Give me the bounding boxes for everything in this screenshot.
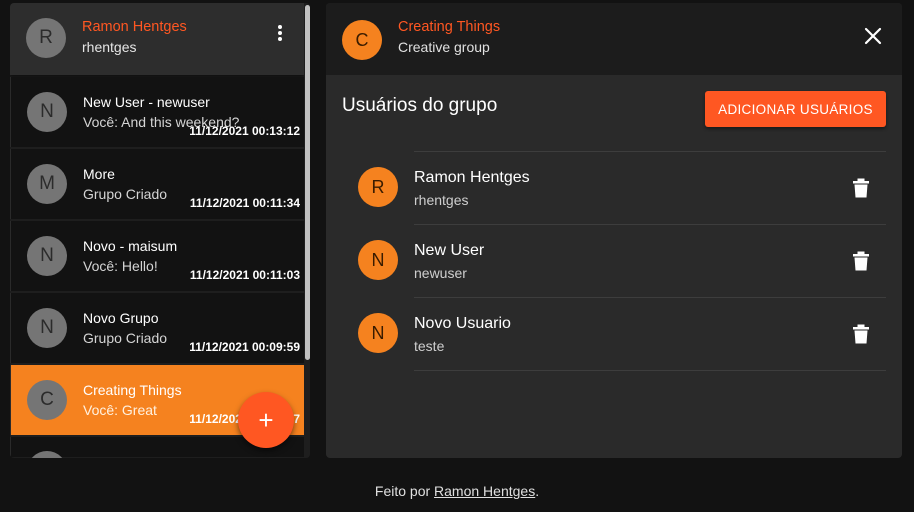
chat-item[interactable]: N New User - newuser Você: And this week…	[10, 77, 304, 147]
kebab-menu-icon[interactable]	[272, 23, 288, 47]
group-details-panel: C Creating Things Creative group Usuário…	[326, 3, 902, 458]
add-users-button[interactable]: ADICIONAR USUÁRIOS	[705, 91, 886, 127]
chat-avatar: M	[27, 164, 67, 204]
chat-title: Creating Things	[83, 382, 182, 398]
chat-item[interactable]: N Novo Grupo Grupo Criado 11/12/2021 00:…	[10, 293, 304, 363]
member-username: teste	[414, 338, 445, 354]
chat-avatar	[27, 451, 67, 458]
members-section-title: Usuários do grupo	[342, 95, 498, 116]
chat-timestamp: 11/12/2021 00:11:34	[189, 196, 300, 210]
user-name: Ramon Hentges	[82, 19, 187, 35]
member-username: newuser	[414, 265, 467, 281]
chat-title: More	[83, 166, 115, 182]
chat-avatar: C	[27, 380, 67, 420]
chat-timestamp: 11/12/2021 00:09:59	[189, 340, 300, 354]
chat-item[interactable]: M More Grupo Criado 11/12/2021 00:11:34	[10, 149, 304, 219]
scrollbar-thumb[interactable]	[305, 5, 310, 360]
member-name: Novo Usuario	[414, 315, 511, 332]
member-row: R Ramon Hentges rhentges	[358, 151, 886, 224]
close-icon[interactable]	[862, 25, 884, 47]
user-profile-header: R Ramon Hentges rhentges	[10, 3, 304, 75]
member-name: New User	[414, 242, 485, 259]
group-name: Creating Things	[398, 19, 501, 35]
chat-avatar: N	[27, 92, 67, 132]
member-row: N New User newuser	[358, 224, 886, 297]
page-footer: Feito por Ramon Hentges.	[0, 483, 914, 499]
group-description: Creative group	[398, 39, 490, 55]
group-avatar: C	[342, 20, 382, 60]
footer-prefix: Feito por	[374, 483, 435, 499]
group-header: C Creating Things Creative group	[326, 3, 902, 75]
user-username: rhentges	[82, 39, 137, 55]
member-avatar: R	[358, 167, 398, 207]
chat-item[interactable]: N Novo - maisum Você: Hello! 11/12/2021 …	[10, 221, 304, 291]
chat-timestamp: 11/12/2021 00:11:03	[189, 268, 300, 282]
trash-icon[interactable]	[852, 251, 870, 271]
member-row: N Novo Usuario teste	[358, 297, 886, 371]
chat-timestamp: 11/12/2021 00:13:12	[189, 124, 300, 138]
chat-title: New User - newuser	[83, 94, 210, 110]
trash-icon[interactable]	[852, 178, 870, 198]
footer-suffix: .	[535, 483, 540, 499]
chat-last-message: Você: Hello!	[83, 258, 158, 274]
chat-title: Novo Grupo	[83, 310, 159, 326]
author-link[interactable]: Ramon Hentges	[434, 483, 535, 499]
member-username: rhentges	[414, 192, 469, 208]
plus-icon: +	[258, 404, 274, 435]
user-avatar: R	[26, 18, 66, 58]
trash-icon[interactable]	[852, 324, 870, 344]
member-name: Ramon Hentges	[414, 169, 530, 186]
chat-last-message: Você: Great	[83, 402, 157, 418]
member-list: R Ramon Hentges rhentges N New User newu…	[358, 151, 886, 371]
chat-avatar: N	[27, 308, 67, 348]
chat-title: Novo - maisum	[83, 238, 178, 254]
chat-last-message: Grupo Criado	[83, 186, 168, 202]
member-avatar: N	[358, 240, 398, 280]
new-chat-button[interactable]: +	[238, 392, 294, 448]
chat-avatar: N	[27, 236, 67, 276]
member-avatar: N	[358, 313, 398, 353]
chat-sidebar: R Ramon Hentges rhentges N New User - ne…	[10, 3, 310, 458]
chat-last-message: Grupo Criado	[83, 330, 168, 346]
